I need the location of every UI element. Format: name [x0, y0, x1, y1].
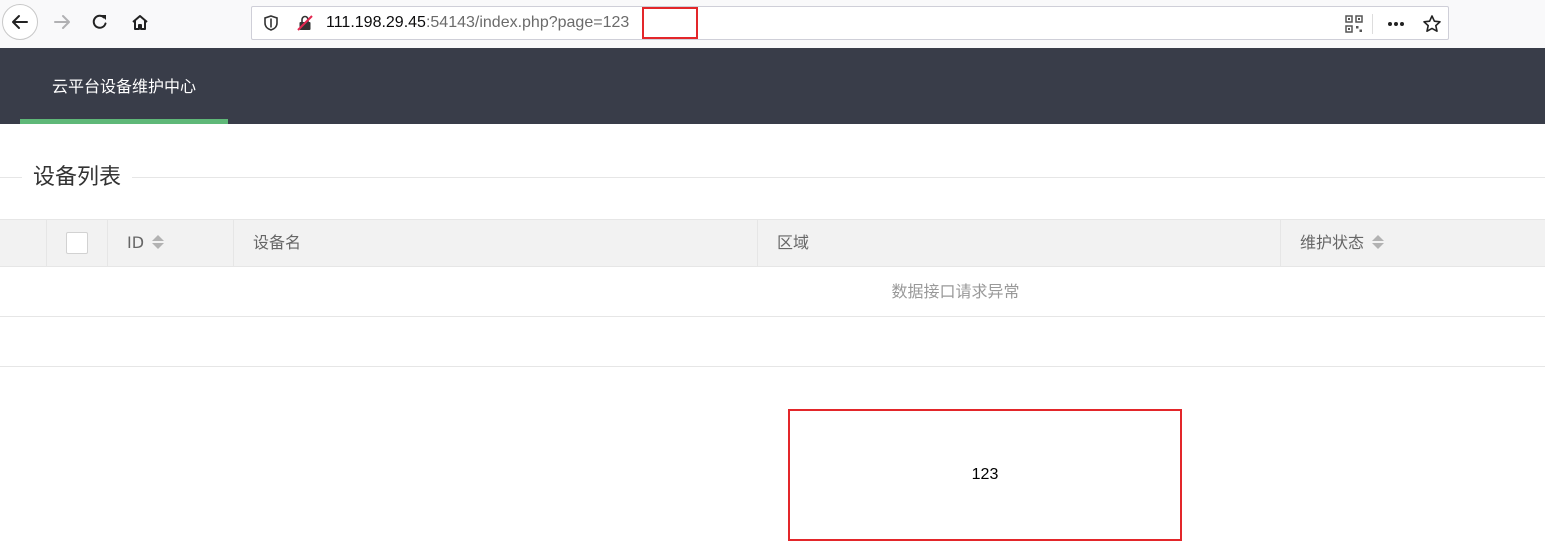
- url-param: 123: [602, 14, 630, 31]
- header-spacer-cell: [0, 220, 47, 266]
- column-header-label: ID: [127, 233, 145, 252]
- nav-active-indicator: [20, 119, 228, 124]
- column-header-id[interactable]: ID: [108, 220, 234, 266]
- column-header-status[interactable]: 维护状态: [1281, 220, 1545, 266]
- url-param-highlight: [642, 7, 698, 39]
- legend-divider: [0, 177, 1545, 178]
- column-header-label: 设备名: [253, 233, 302, 252]
- url-host: 111.198.29.45: [326, 14, 426, 31]
- forward-button[interactable]: [44, 4, 80, 40]
- home-icon: [132, 15, 148, 30]
- header-checkbox-cell: [47, 220, 108, 266]
- reload-icon: [92, 14, 107, 29]
- bookmark-star-icon[interactable]: [1422, 14, 1442, 34]
- table-empty-message: 数据接口请求异常: [0, 267, 1545, 317]
- column-header-label: 维护状态: [1300, 233, 1365, 252]
- app-header: 云平台设备维护中心: [0, 48, 1545, 124]
- url-path: :54143/index.php?page=: [425, 14, 603, 31]
- reload-button[interactable]: [82, 4, 118, 40]
- column-header-label: 区域: [777, 233, 810, 252]
- more-actions-icon[interactable]: [1386, 14, 1406, 34]
- arrow-right-icon: [54, 15, 70, 29]
- table-header: ID 设备名 区域 维护状态: [0, 219, 1545, 267]
- back-button[interactable]: [2, 4, 38, 40]
- nav-item-brand[interactable]: 云平台设备维护中心: [20, 48, 228, 124]
- insecure-lock-icon[interactable]: [296, 14, 314, 32]
- table-blank-row: [0, 317, 1545, 367]
- url-text[interactable]: 111.198.29.45:54143/index.php?page=123: [326, 7, 629, 39]
- page-output-value: 123: [971, 466, 999, 483]
- address-bar[interactable]: 111.198.29.45:54143/index.php?page=123: [251, 6, 1449, 40]
- shield-icon[interactable]: [262, 14, 280, 32]
- url-separator: [1372, 14, 1373, 34]
- arrow-left-icon: [12, 15, 28, 29]
- sort-icon[interactable]: [1372, 234, 1385, 250]
- section-title: 设备列表: [22, 160, 133, 196]
- column-header-device-name: 设备名: [234, 220, 758, 266]
- home-button[interactable]: [122, 4, 158, 40]
- sort-icon[interactable]: [152, 234, 165, 250]
- browser-toolbar: 111.198.29.45:54143/index.php?page=123: [0, 0, 1545, 49]
- column-header-region: 区域: [758, 220, 1281, 266]
- qr-code-icon[interactable]: [1344, 14, 1364, 34]
- select-all-checkbox[interactable]: [66, 232, 88, 254]
- page-output-box: 123: [788, 409, 1182, 541]
